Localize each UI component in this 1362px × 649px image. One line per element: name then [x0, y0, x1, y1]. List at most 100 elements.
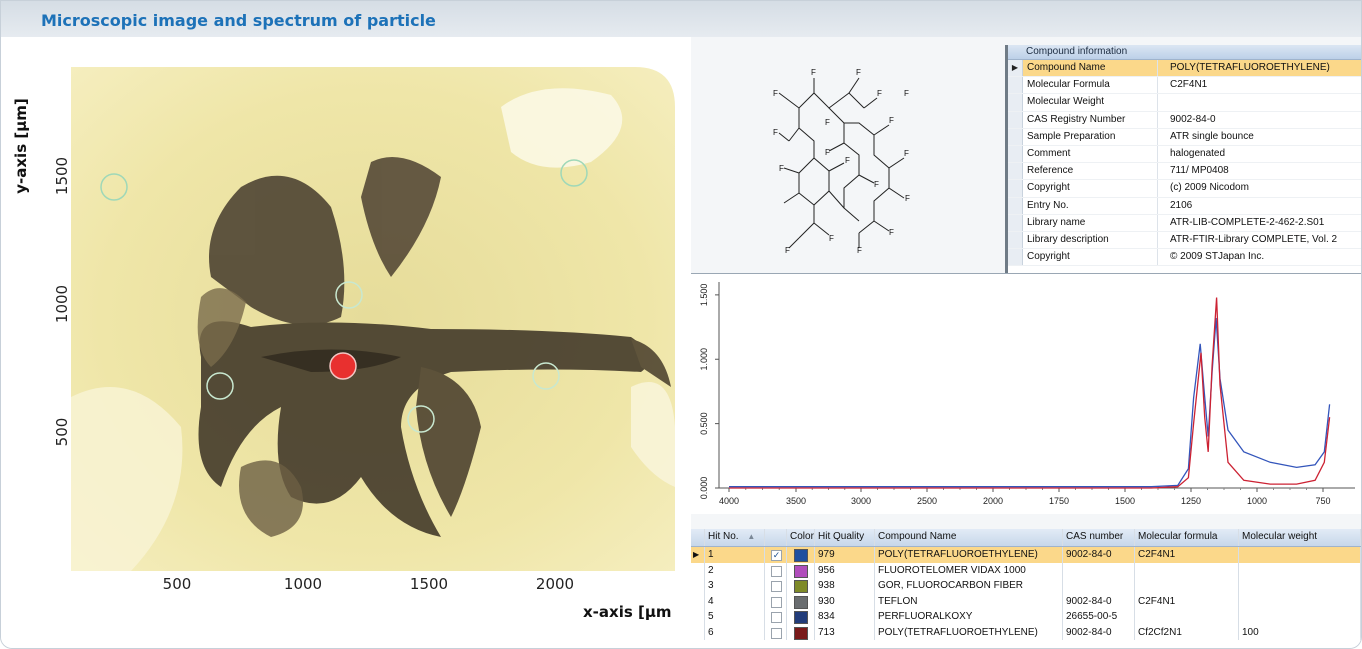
hit-checkbox[interactable]	[771, 627, 782, 639]
hit-checkbox[interactable]	[771, 612, 782, 623]
hit-no: 4	[705, 593, 765, 609]
info-key: Copyright	[1023, 180, 1158, 197]
hit-checkbox-cell[interactable]	[765, 624, 787, 640]
y-tick-500: 500	[53, 417, 71, 447]
row-selector[interactable]	[1008, 163, 1023, 180]
info-value	[1158, 94, 1361, 110]
x-tick-label: 3500	[786, 496, 806, 506]
row-selector[interactable]	[1008, 214, 1023, 231]
spectrum-series-1[interactable]	[729, 318, 1331, 488]
x-tick-label: 750	[1315, 496, 1330, 506]
row-indicator[interactable]	[691, 578, 705, 594]
hit-color-cell	[787, 562, 815, 578]
color-swatch	[794, 580, 808, 593]
row-selector[interactable]	[1008, 145, 1023, 163]
info-value: 9002-84-0	[1170, 113, 1216, 125]
col-molecular-weight[interactable]: Molecular weight	[1239, 529, 1361, 546]
row-indicator[interactable]	[691, 609, 705, 625]
fluorine-atom-label: F	[779, 164, 784, 173]
fluorine-atom-label: F	[811, 68, 816, 77]
compound-info-row[interactable]: Copyright (c) 2009 Nicodom	[1008, 180, 1361, 198]
hit-no: 1	[705, 547, 765, 563]
hit-checkbox[interactable]: ✓	[771, 550, 782, 561]
marker-selected[interactable]	[329, 352, 357, 380]
compound-info-panel: Compound information ▶ Compound Name POLY(…	[1005, 45, 1361, 273]
row-selector[interactable]	[1008, 231, 1023, 249]
col-compound-name[interactable]: Compound Name	[875, 529, 1063, 546]
compound-info-row[interactable]: Copyright © 2009 STJapan Inc.	[1008, 249, 1361, 267]
spectrum-chart[interactable]: 0.000 0.500 1.000 1.500 4000 3500 3000 2500 2000…	[691, 274, 1361, 514]
row-selector[interactable]	[1008, 77, 1023, 94]
compound-info-row[interactable]: Molecular Weight	[1008, 94, 1361, 112]
hit-molecular-formula	[1135, 609, 1239, 625]
hit-molecular-weight	[1239, 547, 1361, 563]
hit-cas-number: 26655-00-5	[1063, 609, 1135, 625]
fluorine-atom-label: F	[904, 89, 909, 98]
compound-info-row[interactable]: CAS Registry Number 9002-84-0	[1008, 111, 1361, 129]
app-frame: Microscopic image and spectrum of partic…	[0, 0, 1362, 649]
row-selector[interactable]	[1008, 94, 1023, 111]
col-cas-number[interactable]: CAS number	[1063, 529, 1135, 546]
info-value: 711/ MP0408	[1170, 165, 1229, 177]
fluorine-atom-label: F	[856, 68, 861, 77]
row-indicator[interactable]	[691, 624, 705, 640]
col-molecular-formula[interactable]: Molecular formula	[1135, 529, 1239, 546]
y-tick-1500: 1500	[53, 156, 71, 196]
hit-checkbox-cell[interactable]	[765, 578, 787, 594]
hit-molecular-formula: C2F4N1	[1135, 593, 1239, 609]
table-row[interactable]: 6 713 POLY(TETRAFLUOROETHYLENE) 9002-84-0 Cf…	[691, 624, 1361, 640]
hit-checkbox-cell[interactable]	[765, 593, 787, 609]
row-indicator[interactable]	[691, 562, 705, 578]
compound-info-row[interactable]: Library name ATR-LIB-COMPLETE-2-462-2.S01	[1008, 214, 1361, 232]
x-tick-1500: 1500	[409, 575, 449, 593]
x-tick-1000: 1000	[283, 575, 323, 593]
x-axis-label: x-axis [µm	[583, 603, 672, 621]
info-value: ATR single bounce	[1170, 130, 1254, 142]
compound-info-row[interactable]: Entry No. 2106	[1008, 197, 1361, 215]
chemical-structure: F F F F F F F F F F F F F F F F F F	[773, 68, 910, 253]
hit-checkbox[interactable]	[771, 581, 782, 592]
compound-info-row[interactable]: ▶ Compound Name POLY(TETRAFLUOROETHYLENE)	[1008, 60, 1361, 78]
row-indicator[interactable]: ▶	[691, 547, 705, 563]
hit-list-table: Hit No. ▲ Color Hit Quality Compound Nam…	[691, 529, 1361, 648]
col-hit-quality[interactable]: Hit Quality	[815, 529, 875, 546]
table-row[interactable]: ▶ 1 ✓ 979 POLY(TETRAFLUOROETHYLENE) 9002-84-0…	[691, 547, 1361, 563]
hit-quality: 834	[815, 609, 875, 625]
x-tick-label: 2000	[983, 496, 1003, 506]
row-selector[interactable]	[1008, 249, 1023, 266]
row-selector[interactable]	[1008, 111, 1023, 128]
row-selector[interactable]	[1008, 180, 1023, 197]
fluorine-labels: F F F F F F F F F F F F F F F F F F	[773, 68, 910, 253]
row-indicator[interactable]	[691, 593, 705, 609]
fluorine-atom-label: F	[785, 246, 790, 253]
row-selector[interactable]	[1008, 197, 1023, 214]
row-selector[interactable]	[1008, 128, 1023, 145]
row-selector[interactable]: ▶	[1008, 60, 1023, 77]
hit-checkbox-cell[interactable]	[765, 562, 787, 578]
hit-checkbox[interactable]	[771, 596, 782, 608]
table-row[interactable]: 4 930 TEFLON 9002-84-0 C2F4N1	[691, 593, 1361, 609]
color-swatch	[794, 549, 808, 562]
col-hit-no[interactable]: Hit No. ▲	[705, 529, 765, 546]
col-color[interactable]: Color	[787, 529, 815, 546]
compound-info-row[interactable]: Sample Preparation ATR single bounce	[1008, 128, 1361, 146]
hit-checkbox[interactable]	[771, 565, 782, 577]
hit-cas-number: 9002-84-0	[1063, 624, 1135, 640]
spectrum-series-2[interactable]	[729, 297, 1331, 489]
col-check[interactable]	[765, 529, 787, 546]
compound-info-row[interactable]: Comment halogenated	[1008, 145, 1361, 164]
table-row[interactable]: 5 834 PERFLUORALKOXY 26655-00-5	[691, 609, 1361, 625]
hit-checkbox-cell[interactable]: ✓	[765, 547, 787, 563]
hit-checkbox-cell[interactable]	[765, 609, 787, 625]
table-row[interactable]: 2 956 FLUOROTELOMER VIDAX 1000	[691, 562, 1361, 578]
table-row[interactable]: 3 938 GOR, FLUOROCARBON FIBER	[691, 578, 1361, 594]
info-key: Molecular Weight	[1023, 94, 1158, 111]
compound-info-row[interactable]: Molecular Formula C2F4N1	[1008, 77, 1361, 95]
compound-info-row[interactable]: Reference 711/ MP0408	[1008, 163, 1361, 181]
info-value: POLY(TETRAFLUOROETHYLENE)	[1158, 60, 1361, 77]
info-value: C2F4N1	[1170, 79, 1208, 91]
hit-compound-name: POLY(TETRAFLUOROETHYLENE)	[875, 624, 1063, 640]
hit-molecular-formula: C2F4N1	[1135, 547, 1239, 563]
microscope-image[interactable]	[71, 67, 675, 571]
compound-info-row[interactable]: Library description ATR-FTIR-Library COMP…	[1008, 231, 1361, 250]
